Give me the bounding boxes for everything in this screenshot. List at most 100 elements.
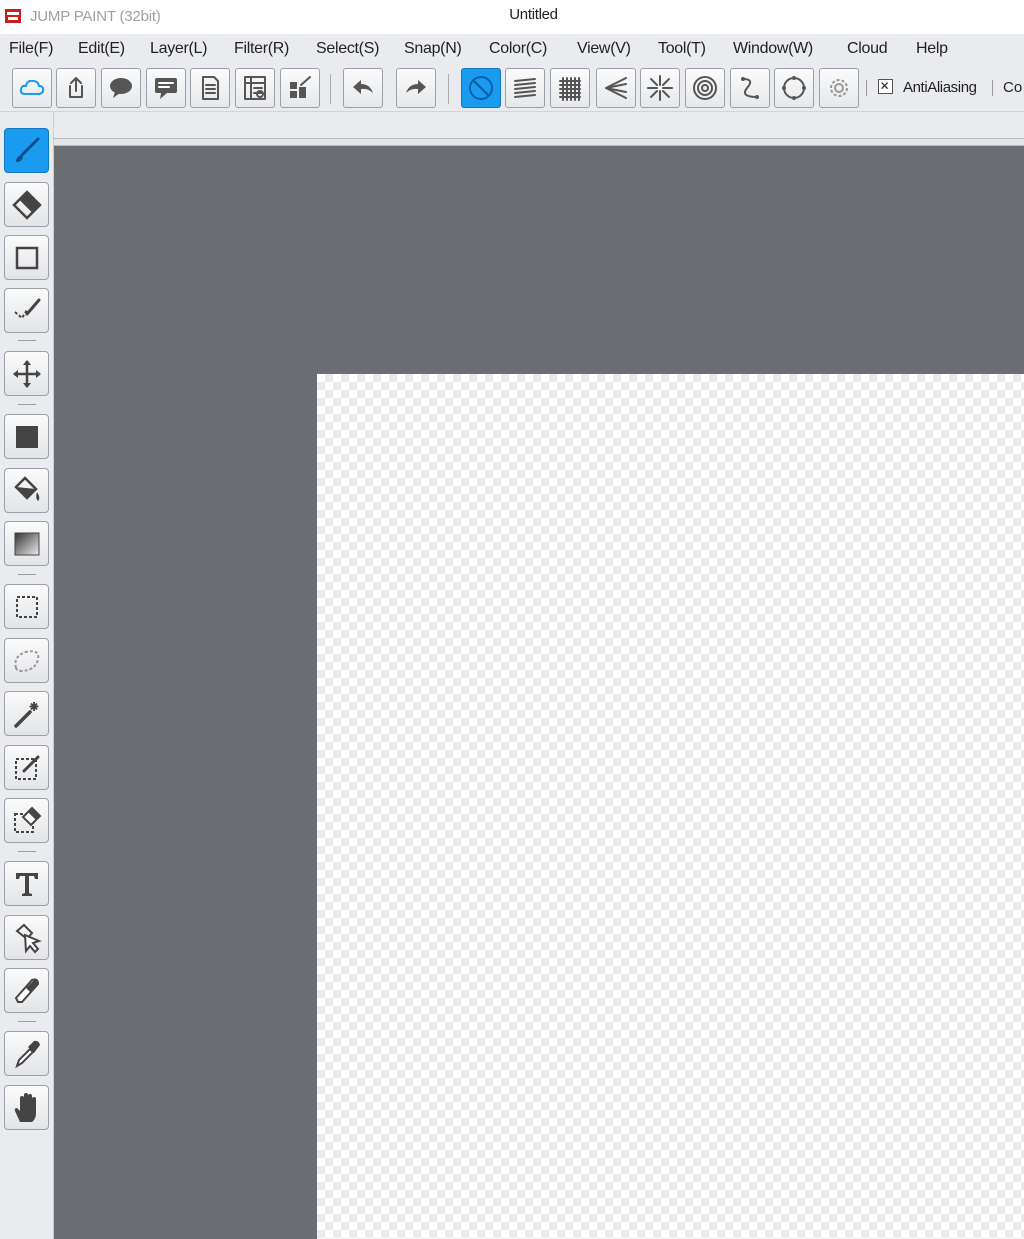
menu-bar: File(F) Edit(E) Layer(L) Filter(R) Selec… bbox=[0, 34, 1024, 64]
document-tab-bar bbox=[54, 112, 1024, 146]
document-button[interactable] bbox=[190, 68, 230, 108]
main-toolbar bbox=[0, 64, 1024, 112]
menu-select[interactable]: Select(S) bbox=[316, 40, 379, 58]
frame-list-icon bbox=[244, 76, 266, 100]
text-icon bbox=[15, 872, 38, 896]
rectangle-icon bbox=[15, 246, 38, 269]
magic-wand-tool-button[interactable] bbox=[4, 691, 49, 736]
canvas-workspace[interactable] bbox=[54, 146, 1024, 1239]
redo-icon bbox=[406, 80, 426, 94]
redo-button[interactable] bbox=[396, 68, 436, 108]
hand-tool-button[interactable] bbox=[4, 1085, 49, 1130]
snap-settings-button[interactable] bbox=[819, 68, 859, 108]
speech-bubble-button[interactable] bbox=[101, 68, 141, 108]
text-tool-button[interactable] bbox=[4, 861, 49, 906]
select-pen-icon bbox=[14, 755, 39, 780]
rect-select-icon bbox=[15, 595, 38, 618]
menu-filter[interactable]: Filter(R) bbox=[234, 40, 289, 58]
circle-button[interactable] bbox=[774, 68, 814, 108]
undo-icon bbox=[353, 80, 373, 94]
gradient-icon bbox=[14, 532, 39, 555]
select-eraser-tool-button[interactable] bbox=[4, 798, 49, 843]
comment-icon bbox=[155, 78, 177, 99]
radial-lines-button[interactable] bbox=[640, 68, 680, 108]
tool-separator bbox=[18, 404, 36, 405]
eraser-tool-button[interactable] bbox=[4, 182, 49, 227]
menu-window[interactable]: Window(W) bbox=[733, 40, 813, 58]
circle-icon bbox=[782, 76, 806, 100]
tool-palette bbox=[0, 112, 54, 1239]
rect-select-tool-button[interactable] bbox=[4, 584, 49, 629]
frame-list-button[interactable] bbox=[235, 68, 275, 108]
lasso-select-icon bbox=[14, 649, 39, 672]
cloud-icon bbox=[19, 79, 45, 95]
grid-button[interactable] bbox=[550, 68, 590, 108]
toolbar-separator bbox=[992, 80, 993, 96]
comment-button[interactable] bbox=[146, 68, 186, 108]
drawing-canvas[interactable] bbox=[317, 374, 1024, 1239]
curve-button[interactable] bbox=[730, 68, 770, 108]
polyline-pen-icon bbox=[13, 298, 40, 320]
menu-tool[interactable]: Tool(T) bbox=[658, 40, 706, 58]
gear-icon bbox=[830, 79, 848, 97]
tool-separator bbox=[18, 340, 36, 341]
object-select-tool-button[interactable] bbox=[4, 915, 49, 960]
checkbox-x-icon bbox=[881, 82, 889, 90]
toolbar-separator bbox=[448, 74, 449, 104]
rectangle-tool-button[interactable] bbox=[4, 235, 49, 280]
hand-icon bbox=[14, 1092, 36, 1122]
radial-lines-icon bbox=[647, 75, 673, 101]
move-icon bbox=[12, 359, 41, 388]
upload-icon bbox=[69, 77, 83, 98]
eyedropper-icon bbox=[14, 1040, 40, 1068]
polyline-pen-tool-button[interactable] bbox=[4, 288, 49, 333]
menu-help[interactable]: Help bbox=[916, 40, 948, 58]
menu-color[interactable]: Color(C) bbox=[489, 40, 547, 58]
snap-off-icon bbox=[469, 76, 493, 100]
move-tool-button[interactable] bbox=[4, 351, 49, 396]
perspective-icon bbox=[605, 77, 627, 99]
undo-button[interactable] bbox=[343, 68, 383, 108]
fill-rectangle-icon bbox=[15, 425, 38, 448]
document-tab[interactable] bbox=[54, 112, 1024, 139]
concentric-circles-button[interactable] bbox=[685, 68, 725, 108]
knife-tool-button[interactable] bbox=[4, 968, 49, 1013]
layout-edit-icon bbox=[290, 76, 311, 98]
menu-cloud[interactable]: Cloud bbox=[847, 40, 888, 58]
eyedropper-tool-button[interactable] bbox=[4, 1031, 49, 1076]
curve-icon bbox=[741, 77, 759, 99]
snap-off-button[interactable] bbox=[461, 68, 501, 108]
lasso-select-tool-button[interactable] bbox=[4, 638, 49, 683]
truncated-toolbar-label[interactable]: Co bbox=[1003, 79, 1022, 96]
antialiasing-label[interactable]: AntiAliasing bbox=[903, 79, 977, 96]
fill-rectangle-tool-button[interactable] bbox=[4, 414, 49, 459]
concentric-circles-icon bbox=[693, 76, 717, 100]
select-pen-tool-button[interactable] bbox=[4, 745, 49, 790]
document-icon bbox=[202, 76, 219, 100]
tool-separator bbox=[18, 851, 36, 852]
upload-button[interactable] bbox=[56, 68, 96, 108]
brush-tool-button[interactable] bbox=[4, 128, 49, 173]
tool-separator bbox=[18, 574, 36, 575]
grid-icon bbox=[559, 77, 581, 101]
brush-icon bbox=[15, 137, 39, 162]
object-select-icon bbox=[14, 923, 42, 954]
document-title[interactable]: Untitled bbox=[0, 6, 1024, 23]
tool-separator bbox=[18, 1021, 36, 1022]
toolbar-separator bbox=[330, 74, 331, 104]
menu-file[interactable]: File(F) bbox=[9, 40, 53, 58]
layout-edit-button[interactable] bbox=[280, 68, 320, 108]
gradient-tool-button[interactable] bbox=[4, 521, 49, 566]
paint-bucket-tool-button[interactable] bbox=[4, 468, 49, 513]
menu-snap[interactable]: Snap(N) bbox=[404, 40, 462, 58]
toolbar-separator bbox=[866, 80, 867, 96]
perspective-button[interactable] bbox=[596, 68, 636, 108]
parallel-lines-button[interactable] bbox=[505, 68, 545, 108]
menu-edit[interactable]: Edit(E) bbox=[78, 40, 125, 58]
select-eraser-icon bbox=[13, 806, 41, 833]
knife-icon bbox=[14, 978, 39, 1003]
menu-layer[interactable]: Layer(L) bbox=[150, 40, 207, 58]
cloud-button[interactable] bbox=[12, 68, 52, 108]
menu-view[interactable]: View(V) bbox=[577, 40, 631, 58]
antialiasing-checkbox[interactable] bbox=[878, 79, 893, 94]
